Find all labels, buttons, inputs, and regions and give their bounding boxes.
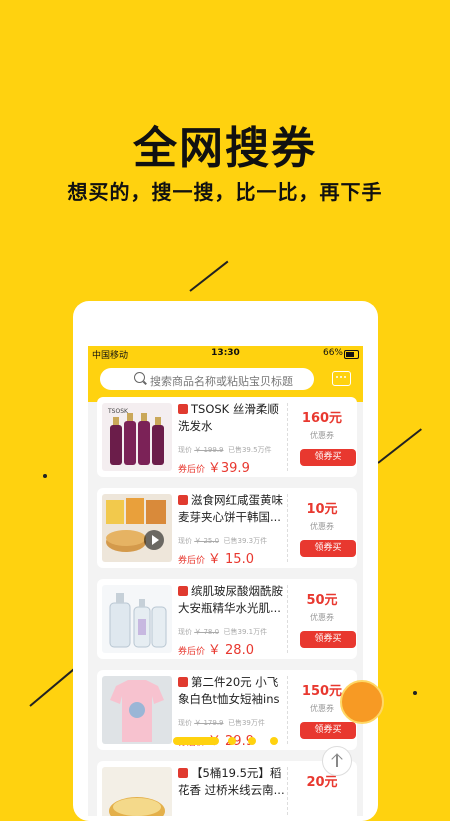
page-dot-active	[173, 737, 219, 745]
page-dot	[228, 737, 236, 745]
product-card[interactable]: TSOSK TSOSK 丝滑柔顺洗发水 现价 ￥ 199.9 已售39.5万件 …	[97, 397, 357, 477]
decor-line	[189, 260, 229, 292]
play-icon[interactable]	[144, 530, 164, 550]
product-meta: 现价 ￥ 199.9 已售39.5万件	[178, 446, 272, 454]
product-title: 滋食网红咸蛋黄味麦芽夹心饼干韩国...	[178, 493, 283, 524]
page-dot	[270, 737, 278, 745]
after-coupon-price: 券后价 ￥ 28.0	[178, 643, 254, 658]
status-bar: 中国移动 13:30 66%	[88, 346, 363, 362]
tmall-icon	[178, 495, 188, 505]
product-image-tshirt	[102, 676, 172, 744]
coupon-label: 优惠券	[310, 431, 334, 440]
app-header: 中国移动 13:30 66% 搜索商品名称或粘贴宝贝标题	[88, 346, 363, 402]
product-image-shampoo: TSOSK	[102, 403, 172, 471]
coupon-label: 优惠券	[310, 522, 334, 531]
decor-dot	[413, 691, 417, 695]
tmall-icon	[178, 586, 188, 596]
search-placeholder: 搜索商品名称或粘贴宝贝标题	[150, 375, 293, 388]
scroll-to-top-button[interactable]	[322, 746, 352, 776]
page-indicator	[0, 737, 450, 747]
coupon-amount: 20元	[306, 775, 338, 790]
product-title: 第二件20元 小飞象白色t恤女短袖ins短...	[178, 675, 280, 706]
decor-dot	[43, 474, 47, 478]
coupon-amount: 50元	[306, 593, 338, 608]
coupon-amount: 10元	[306, 502, 338, 517]
promo-headline: 全网搜券	[133, 123, 317, 174]
product-title: 缤肌玻尿酸烟酰胺大安瓶精华水光肌...	[178, 584, 283, 615]
svg-text:TSOSK: TSOSK	[107, 408, 129, 415]
product-meta: 现价 ￥ 78.0 已售39.1万件	[178, 628, 268, 636]
search-icon	[134, 372, 145, 383]
page-dot	[248, 737, 256, 745]
search-input[interactable]: 搜索商品名称或粘贴宝贝标题	[100, 368, 314, 390]
after-coupon-price: 券后价 ￥39.9	[178, 461, 250, 476]
tmall-icon	[178, 768, 188, 778]
product-card[interactable]: 【5桶19.5元】稻花香 过桥米线云南... 20元	[97, 761, 357, 816]
product-card[interactable]: 滋食网红咸蛋黄味麦芽夹心饼干韩国... 现价 ￥ 25.0 已售39.3万件 券…	[97, 488, 357, 568]
product-meta: 现价 ￥ 179.9 已售39万件	[178, 719, 265, 727]
product-meta: 现价 ￥ 25.0 已售39.3万件	[178, 537, 268, 545]
product-title: TSOSK 丝滑柔顺洗发水	[178, 402, 279, 433]
tmall-icon	[178, 404, 188, 414]
claim-coupon-button[interactable]: 领券买	[300, 631, 356, 648]
promo-subline: 想买的，搜一搜，比一比，再下手	[67, 180, 383, 204]
coupon-amount: 160元	[301, 411, 343, 426]
product-image-biscuits	[102, 494, 172, 562]
product-image-serum	[102, 585, 172, 653]
claim-coupon-button[interactable]: 领券买	[300, 449, 356, 466]
coupon-label: 优惠券	[310, 613, 334, 622]
clock: 13:30	[211, 348, 240, 358]
decor-line	[29, 666, 77, 707]
battery-percent: 66%	[322, 348, 343, 358]
tmall-icon	[178, 677, 188, 687]
message-icon[interactable]	[332, 371, 351, 386]
decor-line	[377, 428, 422, 464]
product-image-noodles	[102, 767, 172, 816]
promo-floating-badge[interactable]	[340, 680, 384, 724]
product-title: 【5桶19.5元】稻花香 过桥米线云南...	[178, 766, 285, 797]
after-coupon-price: 券后价 ￥ 15.0	[178, 552, 254, 567]
claim-coupon-button[interactable]: 领券买	[300, 540, 356, 557]
battery-icon	[344, 350, 359, 359]
product-card[interactable]: 缤肌玻尿酸烟酰胺大安瓶精华水光肌... 现价 ￥ 78.0 已售39.1万件 券…	[97, 579, 357, 659]
